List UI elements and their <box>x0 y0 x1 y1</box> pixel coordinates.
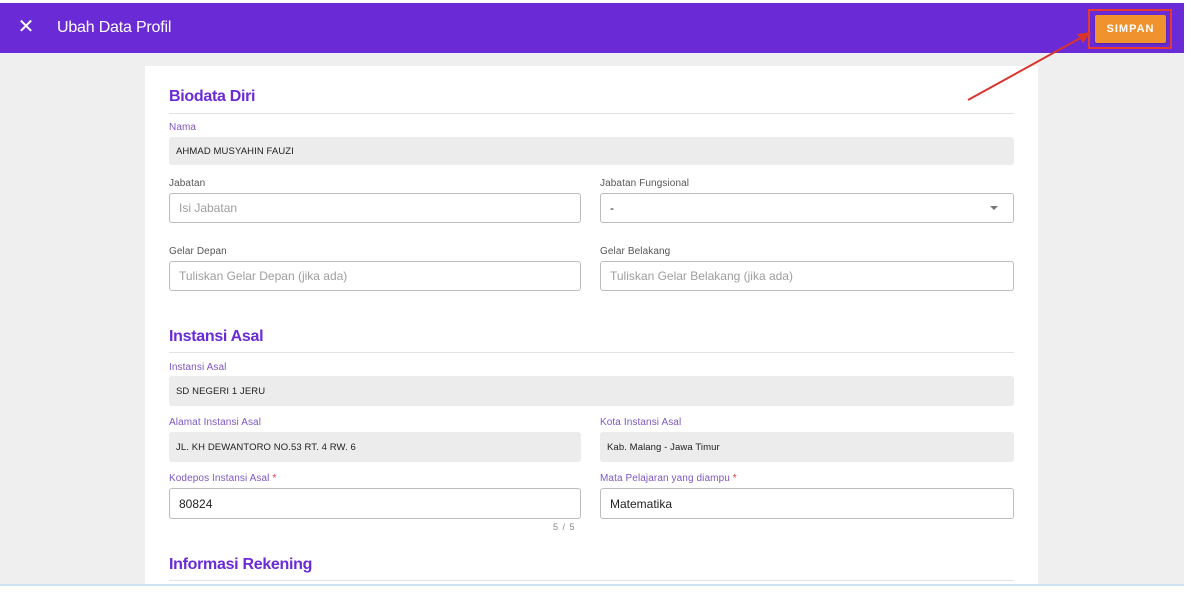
jabatan-fungsional-value: - <box>610 201 614 215</box>
instansi-asal-field: SD NEGERI 1 JERU <box>169 376 1014 406</box>
page-title: Ubah Data Profil <box>57 19 172 36</box>
gelar-depan-input[interactable]: Tuliskan Gelar Depan (jika ada) <box>169 261 581 291</box>
instansi-asal-label: Instansi Asal <box>169 362 227 373</box>
alamat-field: JL. KH DEWANTORO NO.53 RT. 4 RW. 6 <box>169 432 581 462</box>
section-divider <box>169 580 1014 581</box>
section-title-instansi: Instansi Asal <box>169 328 264 345</box>
mapel-label: Mata Pelajaran yang diampu * <box>600 473 737 484</box>
save-button[interactable]: SIMPAN <box>1095 15 1166 43</box>
instansi-asal-value: SD NEGERI 1 JERU <box>176 385 266 397</box>
kota-value: Kab. Malang - Jawa Timur <box>607 441 720 453</box>
kodepos-value: 80824 <box>179 496 213 511</box>
mapel-label-text: Mata Pelajaran yang diampu <box>600 473 730 484</box>
kodepos-label-text: Kodepos Instansi Asal <box>169 473 270 484</box>
mapel-input[interactable]: Matematika <box>600 488 1014 519</box>
dropdown-arrow-icon <box>990 206 998 210</box>
required-mark: * <box>732 473 737 484</box>
top-app-bar: ✕ Ubah Data Profil <box>0 3 1184 53</box>
kodepos-input[interactable]: 80824 <box>169 488 581 519</box>
nama-label: Nama <box>169 122 197 133</box>
gelar-depan-label: Gelar Depan <box>169 246 227 257</box>
section-divider <box>169 113 1014 114</box>
gelar-belakang-label: Gelar Belakang <box>600 246 671 257</box>
gelar-depan-placeholder: Tuliskan Gelar Depan (jika ada) <box>179 269 348 283</box>
close-icon[interactable]: ✕ <box>14 15 38 39</box>
jabatan-fungsional-select[interactable]: - <box>600 193 1014 223</box>
kota-label: Kota Instansi Asal <box>600 417 682 428</box>
required-mark: * <box>272 473 277 484</box>
alamat-value: JL. KH DEWANTORO NO.53 RT. 4 RW. 6 <box>176 441 356 453</box>
jabatan-label: Jabatan <box>169 178 206 189</box>
jabatan-fungsional-label: Jabatan Fungsional <box>600 178 690 189</box>
alamat-label: Alamat Instansi Asal <box>169 417 262 428</box>
gelar-belakang-placeholder: Tuliskan Gelar Belakang (jika ada) <box>610 269 793 283</box>
bottom-divider <box>0 584 1184 586</box>
gelar-belakang-input[interactable]: Tuliskan Gelar Belakang (jika ada) <box>600 261 1014 291</box>
nama-field: AHMAD MUSYAHIN FAUZI <box>169 137 1014 165</box>
nama-value: AHMAD MUSYAHIN FAUZI <box>176 145 294 157</box>
kodepos-label: Kodepos Instansi Asal * <box>169 473 276 484</box>
mapel-value: Matematika <box>610 496 673 511</box>
jabatan-input[interactable]: Isi Jabatan <box>169 193 581 223</box>
jabatan-placeholder: Isi Jabatan <box>179 201 238 215</box>
section-divider <box>169 352 1014 353</box>
kodepos-char-counter: 5 / 5 <box>553 522 576 532</box>
section-title-rekening: Informasi Rekening <box>169 556 313 573</box>
kota-field: Kab. Malang - Jawa Timur <box>600 432 1014 462</box>
section-title-biodata: Biodata Diri <box>169 88 256 105</box>
